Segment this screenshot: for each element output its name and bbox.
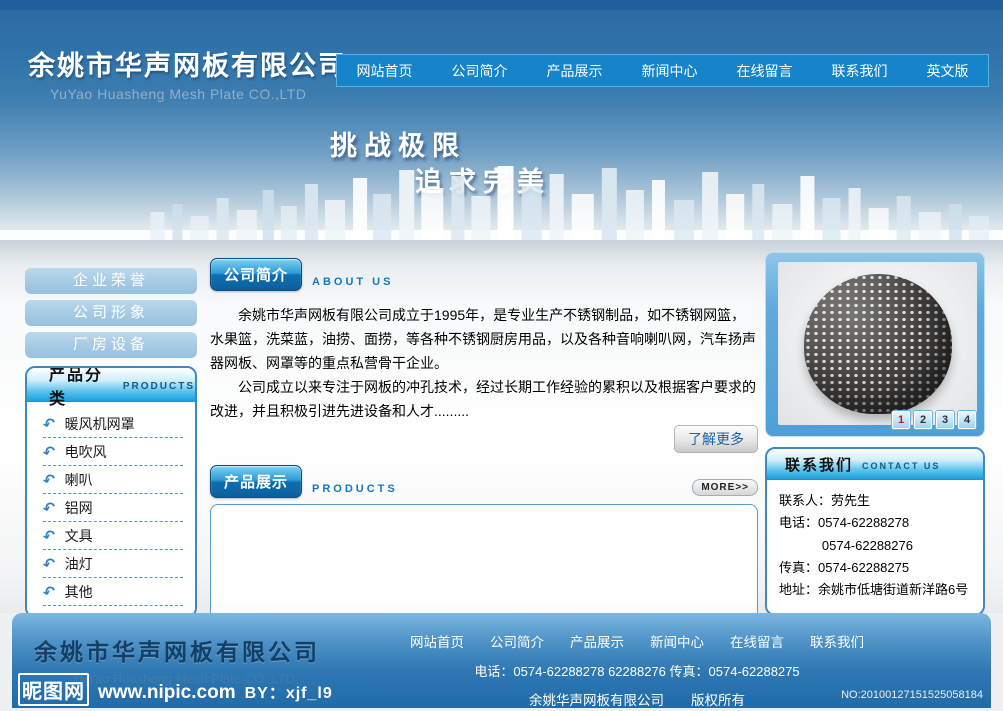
header-banner: 余姚市华声网板有限公司 YuYao Huasheng Mesh Plate CO… — [0, 10, 1003, 240]
company-name-en: YuYao Huasheng Mesh Plate CO.,LTD — [28, 86, 347, 102]
category-label: 油灯 — [65, 554, 93, 574]
footer-company-name: 余姚市华声网板有限公司 — [34, 633, 320, 667]
watermark-url: www.nipic.com — [98, 682, 236, 704]
arrow-icon: ↶ — [41, 497, 58, 518]
nav-about[interactable]: 公司简介 — [452, 61, 508, 81]
website-page: 余姚市华声网板有限公司 YuYao Huasheng Mesh Plate CO… — [0, 0, 1003, 711]
category-label: 铝网 — [65, 498, 93, 518]
category-label: 电吹风 — [65, 442, 107, 462]
company-intro-text: 余姚市华声网板有限公司成立于1995年，是专业生产不锈钢制品，如不锈钢网篮，水果… — [210, 303, 758, 423]
main-navbar: 网站首页 公司简介 产品展示 新闻中心 在线留言 联系我们 英文版 — [336, 54, 989, 87]
learn-more-button[interactable]: 了解更多 — [674, 425, 758, 453]
contact-panel-header: 联系我们 CONTACT US — [767, 449, 983, 480]
right-column: 1 2 3 4 联系我们 CONTACT US 联系人：劳先生 电话：0574-… — [765, 252, 985, 616]
products-subtitle: PRODUCTS — [312, 483, 398, 495]
left-sidebar: 企业荣誉 公司形象 厂房设备 产品分类 PRODUCTS ↶ 暖风机网罩 ↶ 电… — [25, 268, 197, 618]
footer: 余姚市华声网板有限公司 YuYao Huasheng Mesh Plate CO… — [12, 613, 991, 708]
category-aluminum-mesh[interactable]: ↶ 铝网 — [43, 494, 183, 522]
contact-subtitle: CONTACT US — [862, 458, 940, 471]
contact-title: 联系我们 — [785, 454, 853, 475]
company-logo: 余姚市华声网板有限公司 YuYao Huasheng Mesh Plate CO… — [28, 44, 347, 102]
about-more-row: 了解更多 — [210, 425, 758, 453]
city-skyline-graphic — [0, 160, 1003, 240]
footer-link-contact[interactable]: 联系我们 — [810, 631, 864, 651]
products-section-header: 产品展示 PRODUCTS MORE>> — [210, 465, 758, 498]
footer-copyright: 余姚华声网板有限公司 版权所有 — [382, 689, 892, 709]
footer-serial-number: NO:20100127151525058184 — [841, 689, 983, 701]
footer-phone-line: 电话：0574-62288278 62288276 传真：0574-622882… — [382, 661, 892, 680]
footer-link-guestbook[interactable]: 在线留言 — [730, 631, 784, 651]
nav-guestbook[interactable]: 在线留言 — [737, 61, 793, 81]
product-categories-panel: 产品分类 PRODUCTS ↶ 暖风机网罩 ↶ 电吹风 ↶ 喇叭 — [25, 366, 197, 618]
arrow-icon: ↶ — [41, 581, 58, 602]
footer-links: 网站首页 公司简介 产品展示 新闻中心 在线留言 联系我们 — [382, 631, 892, 651]
category-speaker[interactable]: ↶ 喇叭 — [43, 466, 183, 494]
main-column: 公司简介 ABOUT US 余姚市华声网板有限公司成立于1995年，是专业生产不… — [210, 258, 758, 652]
category-oil-lamp[interactable]: ↶ 油灯 — [43, 550, 183, 578]
mesh-dome-product-image — [804, 274, 952, 414]
products-tab-button[interactable]: 产品展示 — [210, 465, 302, 498]
content-area: 企业荣誉 公司形象 厂房设备 产品分类 PRODUCTS ↶ 暖风机网罩 ↶ 电… — [0, 240, 1003, 613]
sidebar-button-honors[interactable]: 企业荣誉 — [25, 268, 197, 294]
category-label: 暖风机网罩 — [65, 414, 135, 434]
page-button-4[interactable]: 4 — [958, 411, 976, 429]
nav-products[interactable]: 产品展示 — [547, 61, 603, 81]
about-tab-button[interactable]: 公司简介 — [210, 258, 302, 291]
arrow-icon: ↶ — [41, 525, 58, 546]
footer-link-products[interactable]: 产品展示 — [570, 631, 624, 651]
intro-paragraph-1: 余姚市华声网板有限公司成立于1995年，是专业生产不锈钢制品，如不锈钢网篮，水果… — [210, 303, 758, 375]
watermark-author: BY：xjf_l9 — [245, 679, 333, 703]
product-category-list: ↶ 暖风机网罩 ↶ 电吹风 ↶ 喇叭 ↶ 铝网 — [27, 402, 195, 616]
contact-details: 联系人：劳先生 电话：0574-62288278 0574-62288276 传… — [767, 480, 983, 614]
page-button-3[interactable]: 3 — [936, 411, 954, 429]
category-label: 文具 — [65, 526, 93, 546]
category-stationery[interactable]: ↶ 文具 — [43, 522, 183, 550]
watermark-site-name: 昵图网 — [18, 673, 89, 706]
nav-contact[interactable]: 联系我们 — [832, 61, 888, 81]
gallery-pagination: 1 2 3 4 — [892, 411, 976, 429]
arrow-icon: ↶ — [41, 469, 58, 490]
arrow-icon: ↶ — [41, 413, 58, 434]
products-more-button[interactable]: MORE>> — [692, 479, 758, 496]
page-button-2[interactable]: 2 — [914, 411, 932, 429]
nav-news[interactable]: 新闻中心 — [642, 61, 698, 81]
footer-link-news[interactable]: 新闻中心 — [650, 631, 704, 651]
category-label: 喇叭 — [65, 470, 93, 490]
arrow-icon: ↶ — [41, 553, 58, 574]
nav-home[interactable]: 网站首页 — [357, 61, 413, 81]
contact-person: 联系人：劳先生 — [779, 490, 975, 512]
banner-slogan-1: 挑战极限 — [330, 124, 466, 163]
contact-phone-2: 0574-62288276 — [779, 535, 975, 557]
footer-center: 网站首页 公司简介 产品展示 新闻中心 在线留言 联系我们 电话：0574-62… — [382, 631, 892, 709]
intro-paragraph-2: 公司成立以来专注于网板的冲孔技术，经过长期工作经验的累积以及根据客户要求的改进，… — [210, 375, 758, 423]
nipic-watermark: 昵图网 www.nipic.com BY：xjf_l9 — [18, 673, 333, 706]
product-photo — [778, 262, 977, 425]
category-other[interactable]: ↶ 其他 — [43, 578, 183, 606]
footer-link-home[interactable]: 网站首页 — [410, 631, 464, 651]
arrow-icon: ↶ — [41, 441, 58, 462]
product-categories-title: 产品分类 — [49, 366, 113, 409]
about-subtitle: ABOUT US — [312, 276, 393, 288]
top-border-strip — [0, 0, 1003, 10]
contact-address: 地址：余姚市低塘街道新洋路6号 — [779, 579, 975, 601]
category-label: 其他 — [65, 582, 93, 602]
sidebar-button-image[interactable]: 公司形象 — [25, 300, 197, 326]
page-button-1[interactable]: 1 — [892, 411, 910, 429]
contact-fax: 传真：0574-62288275 — [779, 557, 975, 579]
category-heater-mesh[interactable]: ↶ 暖风机网罩 — [43, 410, 183, 438]
footer-link-about[interactable]: 公司简介 — [490, 631, 544, 651]
product-categories-subtitle: PRODUCTS — [123, 377, 195, 392]
about-section-header: 公司简介 ABOUT US — [210, 258, 758, 291]
company-name: 余姚市华声网板有限公司 — [28, 44, 347, 83]
category-hairdryer[interactable]: ↶ 电吹风 — [43, 438, 183, 466]
nav-english[interactable]: 英文版 — [927, 61, 969, 81]
contact-panel: 联系我们 CONTACT US 联系人：劳先生 电话：0574-62288278… — [765, 447, 985, 616]
product-gallery: 1 2 3 4 — [765, 252, 985, 437]
sidebar-button-facilities[interactable]: 厂房设备 — [25, 332, 197, 358]
product-categories-header: 产品分类 PRODUCTS — [27, 368, 195, 402]
contact-phone-1: 电话：0574-62288278 — [779, 512, 975, 534]
